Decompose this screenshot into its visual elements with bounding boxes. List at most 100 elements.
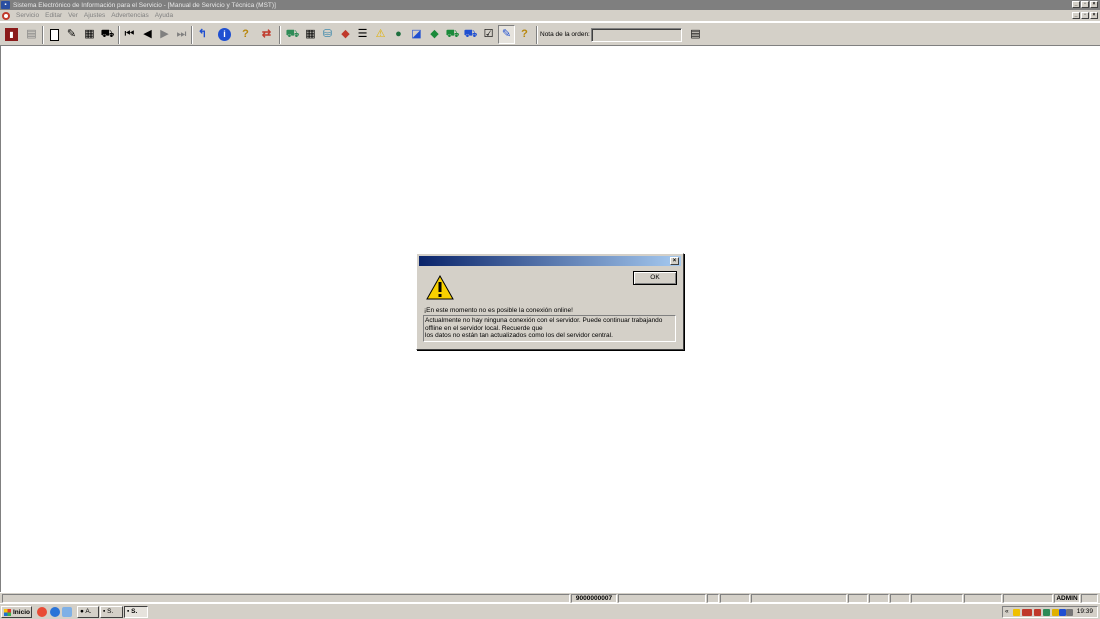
checklist-icon: ☑ (483, 28, 494, 40)
warning-icon: ⚠ (375, 28, 386, 40)
doc-close-button[interactable]: × (1090, 12, 1098, 19)
tray-shield-icon[interactable] (1013, 609, 1020, 616)
manual-tool-button[interactable]: ◆ (337, 25, 354, 44)
tray-monitor-icon[interactable] (1059, 609, 1066, 616)
menu-editar[interactable]: Editar (45, 12, 62, 19)
last-record-button[interactable]: ⏭ (173, 25, 190, 44)
windows-logo-icon (4, 608, 11, 616)
info-icon: i (218, 28, 231, 41)
green-car-icon: ⛟ (445, 28, 460, 40)
vehicle-tool-button[interactable]: ⛟ (99, 25, 116, 44)
database-tool-button[interactable]: ⛁ (319, 25, 336, 44)
start-button[interactable]: Inicio (1, 606, 32, 618)
task-label: S. (107, 608, 114, 615)
dialog-title-bar: × (419, 256, 681, 266)
toolbar-separator (536, 26, 538, 44)
door-icon: ▮ (5, 28, 18, 41)
window-tool-button[interactable]: ◪ (408, 25, 425, 44)
list-tool-button[interactable]: ☰ (354, 25, 371, 44)
task-button-sies[interactable]: ▪ S. (100, 606, 123, 618)
start-label: Inicio (13, 608, 30, 616)
tray-volume-icon[interactable] (1066, 609, 1073, 616)
status-cell (964, 594, 1002, 603)
warnings-tool-button[interactable]: ⚠ (372, 25, 389, 44)
status-bar: 9000000007 ADMIN (0, 592, 1100, 603)
window-icon: ◪ (411, 28, 422, 40)
truck-tool-button[interactable]: ⛟ (284, 25, 301, 44)
green-book-icon: ◆ (430, 28, 439, 40)
globe-icon: ● (395, 28, 402, 40)
tray-network-icon[interactable] (1043, 609, 1050, 616)
ok-button[interactable]: OK (633, 271, 677, 285)
task-label: S. (131, 608, 138, 615)
doc-minimize-button[interactable]: _ (1072, 12, 1080, 19)
status-cell-message (2, 594, 570, 603)
menu-advertencias[interactable]: Advertencias (111, 12, 149, 19)
globe-tool-button[interactable]: ● (390, 25, 407, 44)
edit-tool-button[interactable]: ✎ (63, 25, 80, 44)
restore-button[interactable]: ▫ (1081, 1, 1089, 8)
task-button-sies-active[interactable]: ▪ S. (124, 606, 148, 618)
calculator-tool-button[interactable]: ▦ (302, 25, 319, 44)
tray-security-icon[interactable] (1034, 609, 1041, 616)
desktop-icon[interactable] (62, 607, 72, 617)
menu-ver[interactable]: Ver (68, 12, 78, 19)
dialog-message-line: los datos no están tan actualizados como… (425, 332, 613, 339)
toolbar-separator (42, 26, 44, 44)
print-tool-button[interactable]: ▤ (23, 25, 40, 44)
new-tool-button[interactable] (46, 25, 63, 44)
ie-icon[interactable] (50, 607, 60, 617)
toolbar: ▮ ▤ ✎ ▦ ⛟ ⏮ ◀ ▶ ⏭ ↰ i ? ⇄ ⛟ ▦ ⛁ ◆ ☰ ⚠ ● … (0, 22, 1100, 46)
checklist-tool-button[interactable]: ☑ (480, 25, 497, 44)
task-button-chrome[interactable]: ● A. (77, 606, 99, 618)
window-title: Sistema Electrónico de Información para … (13, 1, 276, 9)
toolbar-separator (279, 26, 281, 44)
skip-last-icon: ⏭ (176, 28, 187, 40)
dialog-message-box: Actualmente no hay ninguna conexión con … (423, 315, 676, 342)
dialog-close-button[interactable]: × (670, 257, 679, 265)
chrome-icon[interactable] (37, 607, 47, 617)
menu-ajustes[interactable]: Ajustes (84, 12, 105, 19)
previous-record-button[interactable]: ◀ (139, 25, 156, 44)
tray-expand-icon[interactable]: « (1005, 608, 1009, 615)
info-tool-button[interactable]: i (216, 25, 233, 44)
close-button[interactable]: × (1090, 1, 1098, 8)
clipboard-icon: ▤ (690, 28, 701, 40)
app-icon: ▪ (1, 1, 10, 9)
menu-servicio[interactable]: Servicio (16, 12, 39, 19)
document-icon[interactable] (2, 11, 10, 20)
diagnosis-tool-button[interactable]: ✎ (498, 25, 515, 44)
clock[interactable]: 19:39 (1077, 608, 1093, 615)
warning-icon (426, 274, 454, 302)
menu-ayuda[interactable]: Ayuda (155, 12, 173, 19)
document-tool-button[interactable]: ▦ (81, 25, 98, 44)
question-icon: ? (242, 28, 249, 40)
back-tool-button[interactable]: ↰ (194, 25, 211, 44)
car-info-tool-button[interactable]: ⛟ (462, 25, 479, 44)
tray-info-icon[interactable] (1052, 609, 1059, 616)
green-book-tool-button[interactable]: ◆ (426, 25, 443, 44)
taskbar: Inicio ● A. ▪ S. ▪ S. « 19:39 (0, 603, 1100, 619)
database-icon: ⛁ (322, 28, 333, 40)
context-help-tool-button[interactable]: ? (516, 25, 533, 44)
order-note-input[interactable] (591, 28, 682, 42)
clipboard-tool-button[interactable]: ▤ (687, 25, 704, 44)
return-arrow-icon: ↰ (197, 28, 208, 40)
tray-antivirus-icon[interactable] (1022, 609, 1032, 616)
green-car-tool-button[interactable]: ⛟ (444, 25, 461, 44)
first-record-button[interactable]: ⏮ (121, 25, 138, 44)
new-document-icon (50, 28, 59, 41)
title-bar: ▪ Sistema Electrónico de Información par… (0, 0, 1100, 10)
switch-tool-button[interactable]: ⇄ (258, 25, 275, 44)
help-tool-button[interactable]: ? (237, 25, 254, 44)
status-order-number: 9000000007 (571, 594, 617, 603)
status-cell (618, 594, 706, 603)
next-record-button[interactable]: ▶ (156, 25, 173, 44)
doc-restore-button[interactable]: ▫ (1081, 12, 1089, 19)
minimize-button[interactable]: _ (1072, 1, 1080, 8)
toolbar-separator (118, 26, 120, 44)
calculator-icon: ▦ (305, 28, 316, 40)
exit-tool-button[interactable]: ▮ (3, 25, 20, 44)
status-cell (890, 594, 910, 603)
connection-warning-dialog: × OK ¡En este momento no es posible la c… (416, 253, 684, 350)
